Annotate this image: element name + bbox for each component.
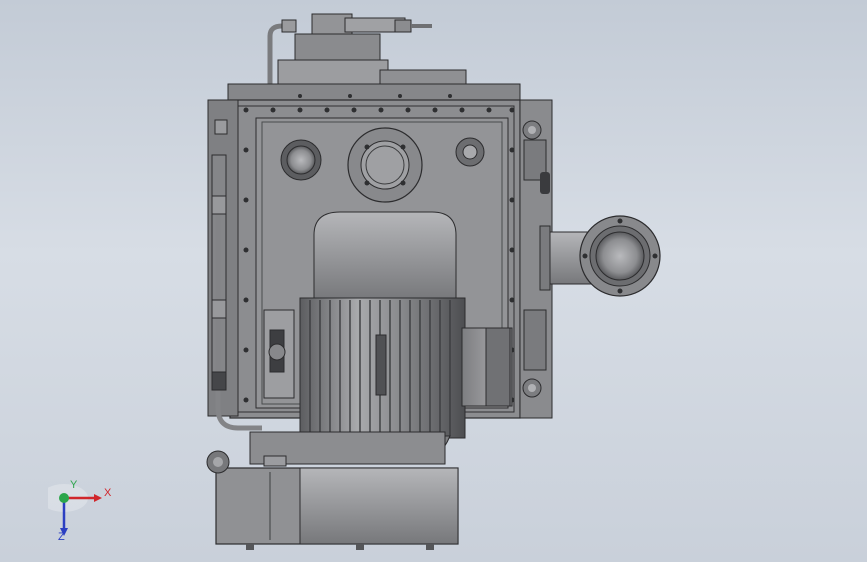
oil-plug-right[interactable]	[455, 137, 485, 167]
base-gearbox[interactable]	[206, 431, 459, 550]
z-axis-label: Z	[58, 531, 65, 543]
motor-switch[interactable]	[263, 309, 295, 399]
sight-glass-left[interactable]	[280, 139, 322, 181]
y-axis-label: Y	[70, 479, 78, 491]
center-bearing-cover[interactable]	[347, 127, 423, 203]
axis-triad: X Y Z	[48, 479, 112, 543]
motor[interactable]	[299, 211, 466, 463]
y-axis-origin	[59, 493, 69, 503]
terminal-box[interactable]	[461, 327, 513, 407]
pump-model[interactable]	[0, 0, 867, 562]
x-axis-arrow	[94, 494, 102, 502]
graphics-viewport[interactable]: X Y Z	[0, 0, 867, 562]
outlet-pipe[interactable]	[539, 215, 661, 297]
x-axis-label: X	[104, 487, 112, 499]
